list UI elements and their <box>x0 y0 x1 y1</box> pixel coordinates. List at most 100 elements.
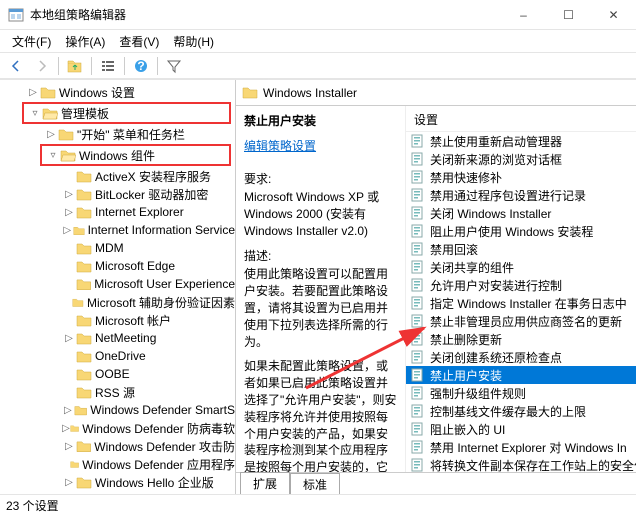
list-item[interactable]: 禁止删除更新 <box>406 330 636 348</box>
setting-title: 禁止用户安装 <box>244 112 397 129</box>
tree-node-start-menu[interactable]: ▷ "开始" 菜单和任务栏 <box>4 125 235 143</box>
setting-icon <box>410 313 426 329</box>
folder-icon <box>242 85 258 101</box>
list-item[interactable]: 禁用通过程序包设置进行记录 <box>406 186 636 204</box>
tree-node-bitlocker[interactable]: ▷ BitLocker 驱动器加密 <box>4 185 235 203</box>
collapse-icon[interactable]: ▷ <box>26 85 40 99</box>
tree-node-windows-components[interactable]: ▿ Windows 组件 <box>42 146 229 164</box>
back-button[interactable] <box>4 54 28 78</box>
list-item[interactable]: 禁用快速修补 <box>406 168 636 186</box>
tree-node-ie[interactable]: ▷Internet Explorer <box>4 203 235 221</box>
list-item-label: 禁用通过程序包设置进行记录 <box>430 187 586 204</box>
tree-label: Windows Defender 应用程序 <box>82 456 235 473</box>
list-item[interactable]: 关闭创建系统还原检查点 <box>406 348 636 366</box>
tree-node-rss[interactable]: ▷RSS 源 <box>4 383 235 401</box>
tree-label: OOBE <box>95 367 130 381</box>
tree-node-windows-settings[interactable]: ▷ Windows 设置 <box>4 83 235 101</box>
filter-button[interactable] <box>162 54 186 78</box>
collapse-icon[interactable]: ▷ <box>62 187 76 201</box>
tree-label: ActiveX 安装程序服务 <box>95 168 211 185</box>
setting-icon <box>410 349 426 365</box>
tree-node-netmeeting[interactable]: ▷ NetMeeting <box>4 329 235 347</box>
collapse-icon[interactable]: ▷ <box>62 205 76 219</box>
list-item[interactable]: 关闭新来源的浏览对话框 <box>406 150 636 168</box>
toolbar-separator <box>58 57 59 75</box>
tab-standard[interactable]: 标准 <box>290 473 340 495</box>
tree-node-defender_app[interactable]: ▷Windows Defender 应用程序 <box>4 455 235 473</box>
close-button[interactable]: ✕ <box>591 0 636 30</box>
list-item[interactable]: 关闭 Windows Installer <box>406 204 636 222</box>
help-button[interactable]: ? <box>129 54 153 78</box>
collapse-icon[interactable]: ▷ <box>62 475 76 489</box>
list-item-label: 强制升级组件规则 <box>430 385 526 402</box>
folder-icon <box>70 421 79 435</box>
menu-view[interactable]: 查看(V) <box>113 31 165 52</box>
folder-icon <box>76 349 92 363</box>
forward-button[interactable] <box>30 54 54 78</box>
collapse-icon[interactable]: ▷ <box>62 223 73 237</box>
tree-node-activex[interactable]: ▷ActiveX 安装程序服务 <box>4 167 235 185</box>
list-item[interactable]: 指定 Windows Installer 在事务日志中 <box>406 294 636 312</box>
folder-icon <box>73 223 85 237</box>
list-item-label: 禁止使用重新启动管理器 <box>430 133 562 150</box>
list-item[interactable]: 允许用户对安装进行控制 <box>406 276 636 294</box>
tree-label: Windows Hello 企业版 <box>95 474 214 491</box>
collapse-icon[interactable]: ▷ <box>62 331 76 345</box>
tab-extended[interactable]: 扩展 <box>240 472 290 495</box>
list-item[interactable]: 禁用 Internet Explorer 对 Windows In <box>406 438 636 456</box>
tree-node-edge[interactable]: ▷Microsoft Edge <box>4 257 235 275</box>
tree-node-mue[interactable]: ▷Microsoft User Experience <box>4 275 235 293</box>
collapse-icon[interactable]: ▷ <box>62 403 74 417</box>
status-bar: 23 个设置 <box>0 494 636 516</box>
collapse-icon[interactable]: ▷ <box>44 127 58 141</box>
list-header[interactable]: 设置 <box>406 108 636 132</box>
tree-node-hello[interactable]: ▷ Windows Hello 企业版 <box>4 473 235 491</box>
tree-node-onedrive[interactable]: ▷OneDrive <box>4 347 235 365</box>
tree-node-oobe[interactable]: ▷OOBE <box>4 365 235 383</box>
tree-pane[interactable]: ▷ Windows 设置 ▿ 管理模板 ▷ "开始" 菜单和任务栏 ▿ <box>0 80 236 494</box>
maximize-button[interactable]: ☐ <box>546 0 591 30</box>
tree-node-mdm[interactable]: ▷MDM <box>4 239 235 257</box>
list-item-label: 禁止非管理员应用供应商签名的更新 <box>430 313 622 330</box>
list-view-button[interactable] <box>96 54 120 78</box>
list-item[interactable]: 强制升级组件规则 <box>406 384 636 402</box>
tree-node-ms_account[interactable]: ▷Microsoft 帐户 <box>4 311 235 329</box>
list-item-label: 控制基线文件缓存最大的上限 <box>430 403 586 420</box>
setting-icon <box>410 439 426 455</box>
collapse-icon[interactable]: ▷ <box>62 421 70 435</box>
tree-node-admin-templates[interactable]: ▿ 管理模板 <box>24 104 229 122</box>
tree-label: NetMeeting <box>95 331 156 345</box>
list-item[interactable]: 禁止使用重新启动管理器 <box>406 132 636 150</box>
list-item[interactable]: 将转换文件副本保存在工作站上的安全位 <box>406 456 636 472</box>
menu-action[interactable]: 操作(A) <box>59 31 111 52</box>
list-item-label: 阻止用户使用 Windows 安装程 <box>430 223 593 240</box>
tree-node-defender_av[interactable]: ▷Windows Defender 防病毒软 <box>4 419 235 437</box>
menu-help[interactable]: 帮助(H) <box>167 31 220 52</box>
folder-icon <box>76 205 92 219</box>
tree-node-ms_auth[interactable]: ▷Microsoft 辅助身份验证因素 <box>4 293 235 311</box>
menu-file[interactable]: 文件(F) <box>6 31 57 52</box>
expand-icon[interactable]: ▿ <box>46 148 60 162</box>
list-item[interactable]: 关闭共享的组件 <box>406 258 636 276</box>
list-item[interactable]: 禁止用户安装 <box>406 366 636 384</box>
list-item[interactable]: 阻止用户使用 Windows 安装程 <box>406 222 636 240</box>
minimize-button[interactable]: – <box>501 0 546 30</box>
list-item[interactable]: 禁用回滚 <box>406 240 636 258</box>
list-item[interactable]: 控制基线文件缓存最大的上限 <box>406 402 636 420</box>
collapse-icon[interactable]: ▷ <box>62 439 76 453</box>
details-pane: 禁止用户安装 编辑策略设置 要求: Microsoft Windows XP 或… <box>236 106 406 472</box>
up-folder-button[interactable] <box>63 54 87 78</box>
tree-label: 管理模板 <box>61 105 109 122</box>
list-pane[interactable]: 设置 禁止使用重新启动管理器关闭新来源的浏览对话框禁用快速修补禁用通过程序包设置… <box>406 106 636 472</box>
tree-node-defender_exploit[interactable]: ▷Windows Defender 攻击防 <box>4 437 235 455</box>
list-item-label: 关闭新来源的浏览对话框 <box>430 151 562 168</box>
list-item-label: 禁用回滚 <box>430 241 478 258</box>
list-item[interactable]: 阻止嵌入的 UI <box>406 420 636 438</box>
tree-label: BitLocker 驱动器加密 <box>95 186 208 203</box>
tree-node-defender_ss[interactable]: ▷Windows Defender SmartS <box>4 401 235 419</box>
list-item[interactable]: 禁止非管理员应用供应商签名的更新 <box>406 312 636 330</box>
folder-icon <box>76 241 92 255</box>
tree-node-iis[interactable]: ▷Internet Information Service <box>4 221 235 239</box>
expand-icon[interactable]: ▿ <box>28 106 42 120</box>
edit-policy-link[interactable]: 编辑策略设置 <box>244 137 316 154</box>
